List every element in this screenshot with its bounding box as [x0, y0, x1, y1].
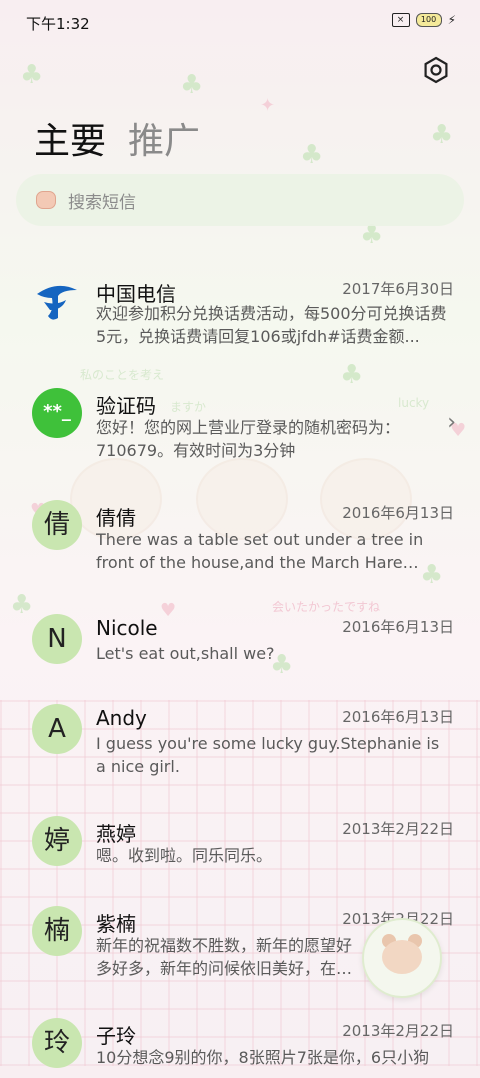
contact-avatar: 玲	[32, 1018, 82, 1068]
status-time: 下午1:32	[26, 15, 90, 33]
clover-icon: ♣	[180, 70, 204, 100]
charging-icon: ⚡	[447, 13, 456, 27]
contact-name: 验证码	[96, 394, 156, 418]
contact-name: 燕婷	[96, 822, 136, 846]
message-date: 2016年6月13日	[342, 504, 454, 522]
clover-icon: ♣	[20, 60, 44, 90]
message-date: 2016年6月13日	[342, 708, 454, 726]
no-sim-icon: ×	[391, 13, 410, 27]
message-preview: 嗯。收到啦。同乐同乐。	[96, 846, 273, 865]
message-date: 2013年2月22日	[342, 820, 454, 838]
contact-name: 倩倩	[96, 506, 136, 530]
message-preview: 您好！您的网上营业厅登录的随机密码为：710679。有效时间为3分钟	[96, 418, 401, 460]
message-row[interactable]: 倩 倩倩 2016年6月13日 There was a table set ou…	[0, 500, 480, 580]
deco-text: 会いたかったですね	[272, 600, 381, 614]
settings-hexagon-icon	[424, 56, 448, 84]
heart-icon: ✦	[260, 95, 276, 116]
clover-icon: ♣	[430, 120, 454, 150]
message-row[interactable]: A Andy 2016年6月13日 I guess you're some lu…	[0, 704, 480, 784]
message-row[interactable]: **_ 验证码 › 您好！您的网上营业厅登录的随机密码为：710679。有效时间…	[0, 388, 480, 468]
deco-text: 私のことを考え	[80, 368, 165, 382]
china-telecom-logo-icon	[32, 276, 82, 326]
clover-icon: ♣	[300, 140, 324, 170]
contact-avatar: A	[32, 704, 82, 754]
message-date: 2013年2月22日	[342, 1022, 454, 1040]
contact-name: 紫楠	[96, 912, 136, 936]
message-preview: 欢迎参加积分兑换话费活动，每500分可兑换话费5元，兑换话费请回复106或jfd…	[96, 304, 447, 346]
search-placeholder: 搜索短信	[68, 192, 136, 213]
status-icons: × 100 ⚡	[391, 13, 456, 27]
message-preview: 新年的祝福数不胜数，新年的愿望好多好多，新年的问候依旧美好，在这个温馨的...	[96, 936, 353, 978]
settings-button[interactable]	[422, 56, 450, 84]
message-preview: I guess you're some lucky guy.Stephanie …	[96, 734, 440, 776]
message-row[interactable]: 婷 燕婷 2013年2月22日 嗯。收到啦。同乐同乐。	[0, 816, 480, 876]
verification-code-avatar: **_	[32, 388, 82, 438]
message-row[interactable]: 中国电信 2017年6月30日 欢迎参加积分兑换话费活动，每500分可兑换话费5…	[0, 258, 480, 368]
tab-bar: 主要 推广	[34, 112, 200, 164]
tab-promotions[interactable]: 推广	[128, 112, 200, 164]
search-box[interactable]: 搜索短信	[16, 174, 464, 226]
tab-main[interactable]: 主要	[34, 112, 106, 164]
contact-avatar: 婷	[32, 816, 82, 866]
message-date: 2016年6月13日	[342, 618, 454, 636]
compose-button[interactable]	[362, 918, 442, 998]
contact-name: 子玲	[96, 1024, 136, 1048]
message-date: 2017年6月30日	[342, 280, 454, 298]
message-row[interactable]: 玲 子玲 2013年2月22日 10分想念9别的你，8张照片7张是你，6只小狗	[0, 1018, 480, 1078]
contact-name: Andy	[96, 706, 147, 730]
message-row[interactable]: N Nicole 2016年6月13日 Let's eat out,shall …	[0, 614, 480, 674]
battery-icon: 100	[415, 13, 442, 27]
bear-face-icon	[382, 940, 422, 974]
contact-avatar: N	[32, 614, 82, 664]
message-preview: There was a table set out under a tree i…	[96, 530, 424, 572]
status-bar: 下午1:32 × 100 ⚡	[0, 0, 480, 44]
contact-name: Nicole	[96, 616, 158, 640]
message-preview: Let's eat out,shall we?	[96, 644, 275, 663]
contact-avatar: 楠	[32, 906, 82, 956]
telecom-logo-icon	[37, 285, 77, 320]
pig-icon	[36, 191, 56, 209]
contact-avatar: 倩	[32, 500, 82, 550]
